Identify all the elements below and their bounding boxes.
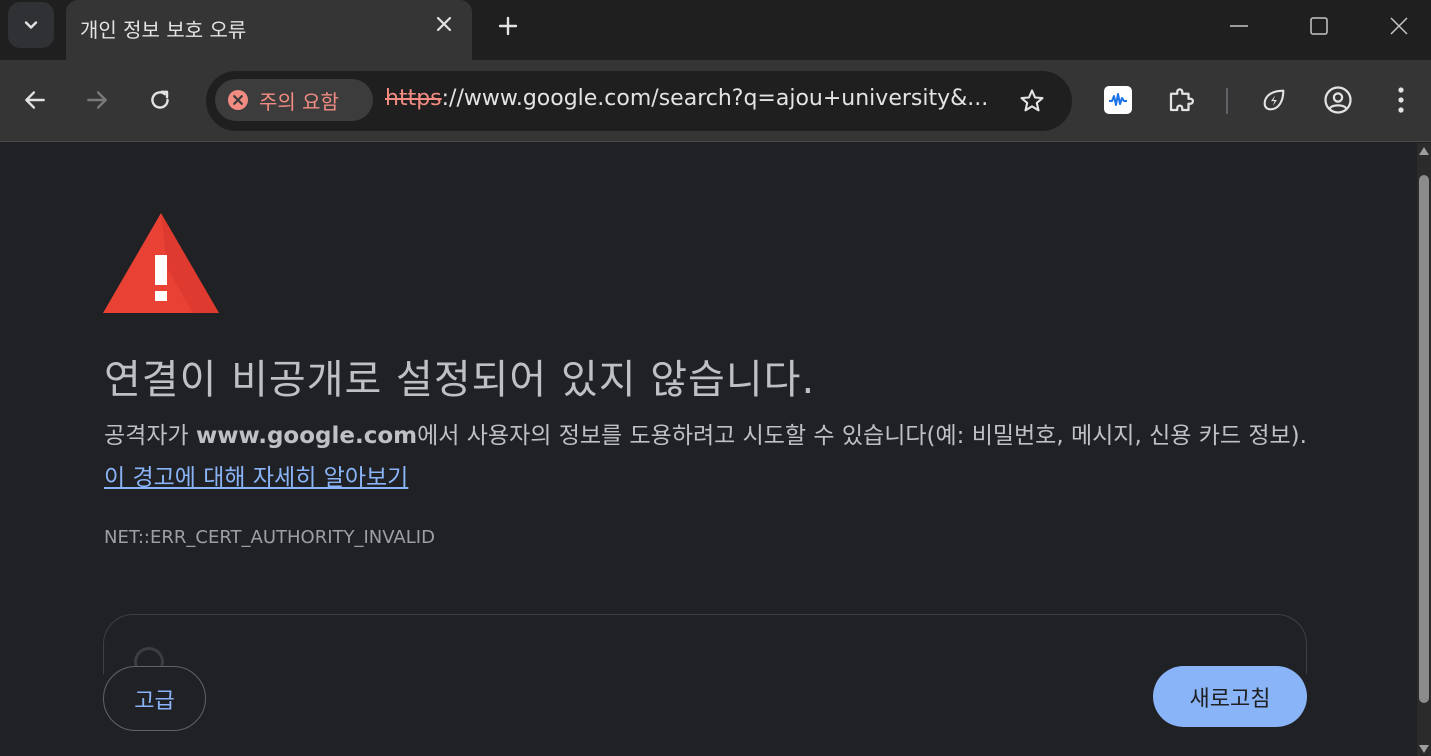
security-chip[interactable]: 주의 요함: [215, 79, 373, 121]
arrow-right-icon: [87, 91, 107, 109]
reload-page-button[interactable]: 새로고침: [1153, 666, 1307, 727]
address-bar[interactable]: 주의 요함 https://www.google.com/search?q=aj…: [206, 71, 1072, 131]
vertical-scrollbar[interactable]: [1417, 143, 1431, 756]
url-path: /search?q=ajou+university&...: [651, 86, 989, 111]
tab-search-button[interactable]: [8, 2, 54, 48]
scroll-down-arrow-icon[interactable]: [1419, 745, 1429, 753]
plus-icon: [498, 16, 518, 36]
tab-strip: 개인 정보 보호 오류: [0, 0, 1431, 60]
url-scheme: https: [385, 86, 442, 111]
tab-title: 개인 정보 보호 오류: [80, 18, 247, 42]
extension-button[interactable]: [1098, 80, 1138, 120]
url-text[interactable]: https://www.google.com/search?q=ajou+uni…: [385, 86, 988, 111]
new-tab-button[interactable]: [492, 10, 524, 42]
account-icon: [1324, 86, 1352, 114]
error-description: 공격자가 www.google.com에서 사용자의 정보를 도용하려고 시도할…: [104, 415, 1314, 499]
interstitial-page: 연결이 비공개로 설정되어 있지 않습니다. 공격자가 www.google.c…: [0, 143, 1417, 756]
error-circle-icon: [228, 90, 248, 110]
warning-triangle-icon: [103, 213, 219, 313]
advanced-button[interactable]: 고급: [103, 666, 206, 731]
security-chip-label: 주의 요함: [259, 89, 339, 114]
browser-toolbar: 주의 요함 https://www.google.com/search?q=aj…: [0, 60, 1431, 142]
extensions-menu-button[interactable]: [1161, 80, 1201, 120]
active-tab[interactable]: 개인 정보 보호 오류: [66, 0, 472, 60]
page-title: 연결이 비공개로 설정되어 있지 않습니다.: [104, 357, 816, 403]
description-suffix: 에서 사용자의 정보를 도용하려고 시도할 수 있습니다(예: 비밀번호, 메시…: [417, 423, 1307, 449]
toolbar-divider: [1226, 88, 1228, 114]
scroll-thumb[interactable]: [1419, 175, 1429, 703]
wave-extension-icon: [1104, 86, 1132, 114]
forward-button[interactable]: [77, 80, 117, 120]
back-button[interactable]: [15, 80, 55, 120]
profile-button[interactable]: [1318, 80, 1358, 120]
maximize-button[interactable]: [1299, 6, 1339, 46]
minimize-icon: [1230, 25, 1248, 27]
close-icon: [436, 16, 452, 32]
error-code: NET::ERR_CERT_AUTHORITY_INVALID: [104, 527, 435, 548]
url-host: ://www.google.com: [441, 86, 652, 111]
scroll-up-arrow-icon[interactable]: [1419, 147, 1429, 155]
puzzle-icon: [1169, 88, 1194, 112]
menu-button[interactable]: [1381, 80, 1421, 120]
window-close-button[interactable]: [1379, 6, 1419, 46]
bookmark-button[interactable]: [1012, 81, 1052, 121]
minimize-button[interactable]: [1219, 6, 1259, 46]
reload-button[interactable]: [140, 80, 180, 120]
arrow-left-icon: [25, 91, 45, 109]
reload-icon: [151, 90, 169, 109]
leaf-bolt-icon: [1263, 89, 1285, 111]
description-host: www.google.com: [195, 423, 418, 449]
details-panel: [103, 614, 1307, 674]
close-icon: [1390, 17, 1408, 35]
chevron-down-icon: [24, 21, 38, 29]
performance-button[interactable]: [1254, 80, 1294, 120]
tab-close-button[interactable]: [430, 10, 458, 38]
star-icon: [1020, 89, 1044, 112]
maximize-icon: [1310, 17, 1328, 35]
kebab-menu-icon: [1398, 87, 1404, 113]
description-prefix: 공격자가: [104, 423, 196, 449]
learn-more-link[interactable]: 이 경고에 대해 자세히 알아보기: [104, 465, 408, 491]
